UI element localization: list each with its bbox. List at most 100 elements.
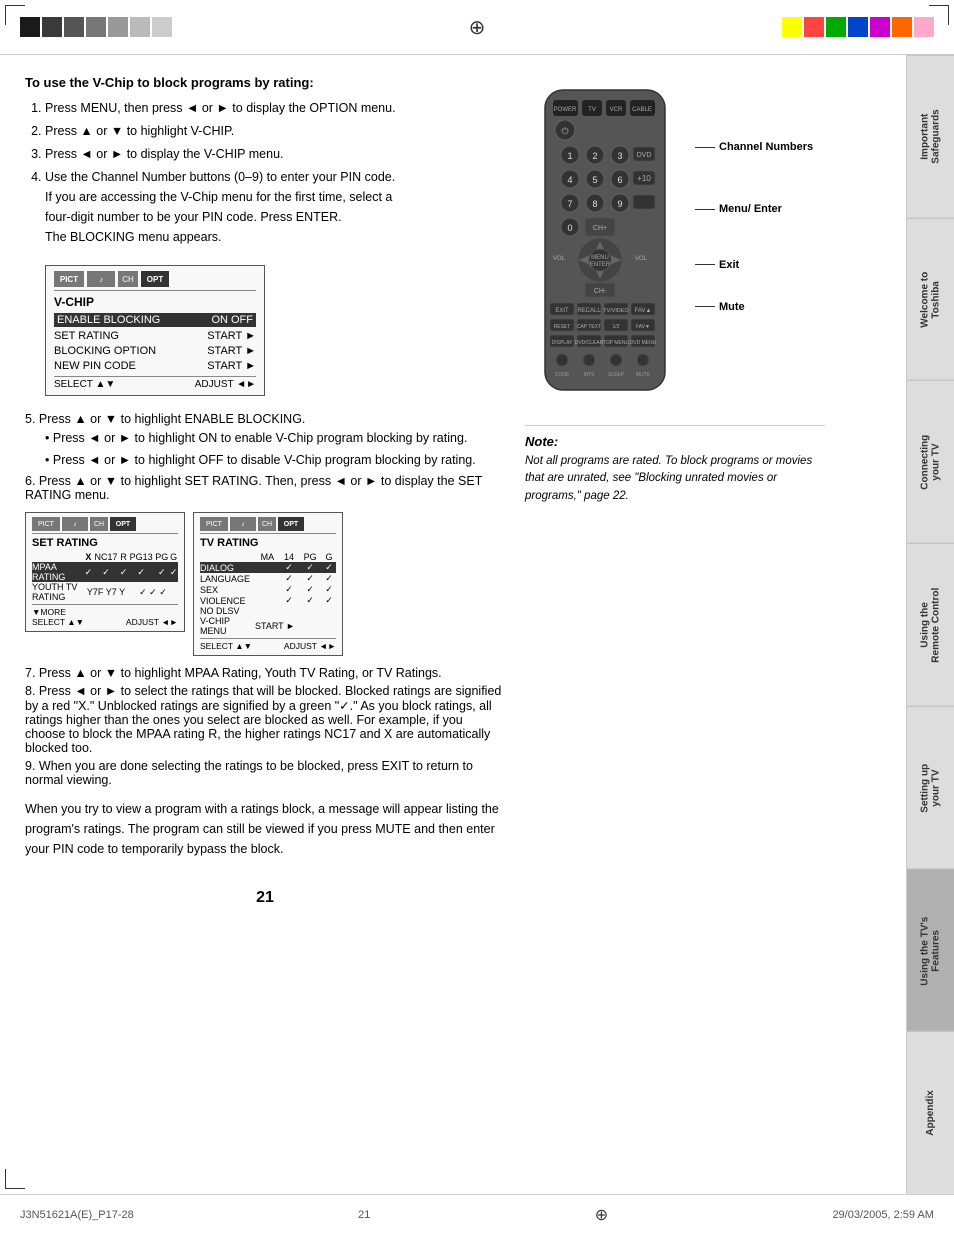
nodlsv-pg — [298, 606, 322, 616]
svg-text:8: 8 — [592, 199, 597, 209]
menu-enter-label: Menu/ Enter — [695, 202, 813, 216]
tv-dialog-row: DIALOG ✓ ✓ ✓ — [200, 562, 336, 573]
remote-area: POWER TV VCR CABLE ⏻ 1 2 — [525, 85, 825, 405]
sidebar-tab-important-safeguards[interactable]: ImportantSafeguards — [907, 55, 954, 218]
swatch-4 — [86, 17, 106, 37]
step-2: Press ▲ or ▼ to highlight V-CHIP. — [45, 121, 505, 141]
language-label: LANGUAGE — [200, 573, 255, 584]
tv-vchip-menu-row: V-CHIP MENU START ► — [200, 616, 336, 636]
enable-blocking-values: ON OFF — [211, 314, 253, 326]
youth-checkmarks: ✓ ✓ ✓ — [128, 582, 178, 602]
channel-numbers-label: Channel Numbers — [695, 140, 813, 154]
svg-text:DVD MENU: DVD MENU — [630, 340, 657, 346]
svg-text:MUTE: MUTE — [636, 372, 651, 378]
swatch-r7 — [914, 17, 934, 37]
tv-footer-select: SELECT ▲▼ — [200, 641, 252, 651]
svg-text:SLEEP: SLEEP — [608, 372, 625, 378]
bottom-right-text: 29/03/2005, 2:59 AM — [832, 1209, 934, 1221]
sidebar-tab-welcome-toshiba[interactable]: Welcome toToshiba — [907, 218, 954, 381]
youth-tv-label: YOUTH TVRATING — [32, 582, 84, 602]
violence-ma — [255, 595, 280, 606]
svg-text:FAV▼: FAV▼ — [636, 324, 650, 330]
menu-enter-text: Menu/ Enter — [719, 202, 782, 216]
section-title: To use the V-Chip to block programs by r… — [25, 75, 505, 90]
sidebar-tab-tvs-features[interactable]: Using the TV'sFeatures — [907, 869, 954, 1032]
svg-text:6: 6 — [617, 175, 622, 185]
channel-numbers-text: Channel Numbers — [719, 140, 813, 154]
language-ma — [255, 573, 280, 584]
set-rating-label: SET RATING — [54, 330, 119, 342]
svg-text:CH+: CH+ — [593, 225, 607, 232]
footer-select: SELECT ▲▼ — [54, 379, 115, 390]
col-pg13: PG13 — [128, 552, 154, 562]
mpaa-nc17: ✓ — [93, 562, 119, 582]
youth-tv-row: YOUTH TVRATING Y7F Y7 Y ✓ ✓ ✓ — [32, 582, 178, 602]
mpaa-g: ✓ — [169, 562, 178, 582]
step-6: 6. Press ▲ or ▼ to highlight SET RATING.… — [25, 474, 505, 502]
tv-col-14: 14 — [280, 552, 298, 562]
tv-icon-audio: ♪ — [230, 517, 256, 531]
tv-nodlsv-row: NO DLSV — [200, 606, 336, 616]
menu-row-blocking-option: BLOCKING OPTION START ► — [54, 344, 256, 358]
sex-ma — [255, 584, 280, 595]
crosshair-bottom: ⊕ — [595, 1205, 608, 1225]
step-5: 5. Press ▲ or ▼ to highlight ENABLE BLOC… — [25, 412, 505, 426]
svg-text:3: 3 — [617, 151, 622, 161]
swatch-1 — [20, 17, 40, 37]
dialog-ma — [255, 562, 280, 573]
label-line-exit — [695, 264, 715, 265]
crosshair-icon: ⊕ — [469, 15, 486, 40]
tv-col-pg: PG — [298, 552, 322, 562]
swatch-r6 — [892, 17, 912, 37]
color-swatches-left — [20, 17, 172, 37]
set-rating-table: X NC17 R PG13 PG G MPAARATING ✓ ✓ ✓ — [32, 552, 178, 602]
bottom-bar: J3N51621A(E)_P17-28 21 ⊕ 29/03/2005, 2:5… — [0, 1194, 954, 1234]
top-bar: ⊕ — [0, 0, 954, 55]
right-column: POWER TV VCR CABLE ⏻ 1 2 — [525, 75, 825, 1174]
blocking-option-label: BLOCKING OPTION — [54, 345, 156, 357]
col-pg: PG — [154, 552, 169, 562]
col-empty — [32, 552, 84, 562]
step-8: 8. Press ◄ or ► to select the ratings th… — [25, 684, 505, 755]
color-swatches-right — [782, 17, 934, 37]
sidebar-tab-setting-up[interactable]: Setting upyour TV — [907, 706, 954, 869]
new-pin-label: NEW PIN CODE — [54, 360, 136, 372]
violence-14: ✓ — [280, 595, 298, 606]
tv-rating-footer: SELECT ▲▼ ADJUST ◄► — [200, 638, 336, 651]
language-14: ✓ — [280, 573, 298, 584]
tv-col-headers: MA 14 PG G — [200, 552, 336, 562]
exit-text: Exit — [719, 259, 739, 271]
svg-text:1: 1 — [567, 151, 572, 161]
main-content: To use the V-Chip to block programs by r… — [0, 55, 906, 1194]
sr-icon-audio: ♪ — [62, 517, 88, 531]
mpaa-label: MPAARATING — [32, 562, 84, 582]
nodlsv-label: NO DLSV — [200, 606, 255, 616]
violence-label: VIOLENCE — [200, 595, 255, 606]
swatch-6 — [130, 17, 150, 37]
step-9: 9. When you are done selecting the ratin… — [25, 759, 505, 787]
tv-violence-row: VIOLENCE ✓ ✓ ✓ — [200, 595, 336, 606]
sidebar-tab-appendix[interactable]: Appendix — [907, 1031, 954, 1194]
sidebar-tab-connecting-tv[interactable]: Connectingyour TV — [907, 380, 954, 543]
tv-rating-title: TV RATING — [200, 537, 336, 549]
remote-control-svg: POWER TV VCR CABLE ⏻ 1 2 — [525, 85, 685, 405]
step-1: Press MENU, then press ◄ or ► to display… — [45, 98, 505, 118]
remote-labels: Channel Numbers Menu/ Enter Exit Mute — [695, 85, 813, 313]
svg-text:CABLE: CABLE — [632, 107, 652, 113]
svg-text:RESET: RESET — [554, 324, 571, 330]
sidebar-tab-remote-control[interactable]: Using theRemote Control — [907, 543, 954, 706]
swatch-2 — [42, 17, 62, 37]
footer-more: ▼MORE — [32, 607, 66, 617]
swatch-7 — [152, 17, 172, 37]
swatch-r4 — [848, 17, 868, 37]
label-line-menu — [695, 209, 715, 210]
menu-icon-audio: ♪ — [87, 271, 115, 287]
blocking-option-value: START ► — [207, 345, 256, 357]
mute-text: Mute — [719, 301, 745, 313]
svg-text:TV/VIDEO: TV/VIDEO — [603, 308, 629, 314]
set-rating-footer2: SELECT ▲▼ ADJUST ◄► — [32, 617, 178, 627]
svg-text:7: 7 — [567, 199, 572, 209]
menu-icon-ch: CH — [118, 271, 138, 287]
set-rating-box: PICT ♪ CH OPT SET RATING X NC17 R PG13 — [25, 512, 185, 632]
svg-text:9: 9 — [617, 199, 622, 209]
